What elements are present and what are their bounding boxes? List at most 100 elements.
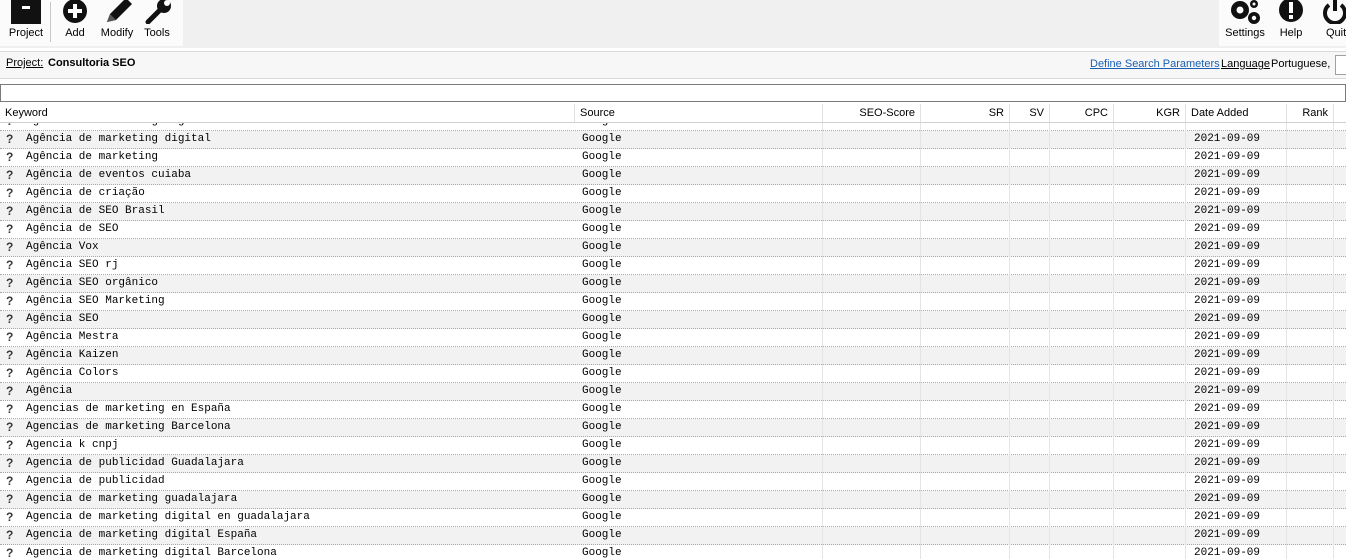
- quit-button[interactable]: Quit: [1319, 0, 1346, 46]
- table-row[interactable]: ? Agencia k cnpj Google 2021-09-09: [0, 437, 1346, 455]
- table-row[interactable]: ? Agência Google 2021-09-09: [0, 383, 1346, 401]
- source-cell: Google: [582, 349, 622, 361]
- keyword-cell: Agência Vox: [26, 241, 99, 253]
- table-row[interactable]: ? Agência Colors Google 2021-09-09: [0, 365, 1346, 383]
- power-icon: [1321, 0, 1346, 27]
- table-row[interactable]: ? Agência de eventos cuiaba Google 2021-09-…: [0, 167, 1346, 185]
- date-added-cell: 2021-09-09: [1194, 313, 1261, 325]
- table-row[interactable]: ? Agência Kaizen Google 2021-09-09: [0, 347, 1346, 365]
- keyword-table: ? Agência de marketing digital Dalata Goog…: [0, 122, 1346, 559]
- source-cell: Google: [582, 421, 622, 433]
- table-row[interactable]: ? Agencias de marketing Barcelona Google 20…: [0, 419, 1346, 437]
- column-header-rank[interactable]: Rank: [1287, 104, 1334, 122]
- column-divider: [920, 122, 921, 559]
- add-button[interactable]: Add: [56, 0, 94, 46]
- date-added-cell: 2021-09-09: [1194, 169, 1261, 181]
- table-row[interactable]: ? Agencia de publicidad Guadalajara Google…: [0, 455, 1346, 473]
- column-header-cpc[interactable]: CPC: [1050, 104, 1114, 122]
- source-cell: Google: [582, 241, 622, 253]
- column-header-kgr[interactable]: KGR: [1114, 104, 1186, 122]
- table-row[interactable]: ? Agência de marketing digital Dalata Goog…: [0, 122, 1346, 131]
- question-mark-icon: ?: [6, 222, 14, 236]
- table-row[interactable]: ? Agencia de marketing guadalajara Google 2…: [0, 491, 1346, 509]
- column-divider: [1286, 122, 1287, 559]
- modify-button-label: Modify: [100, 27, 134, 39]
- question-mark-icon: ?: [6, 122, 20, 130]
- table-row[interactable]: ? Agência de SEO Brasil Google 2021-09-09: [0, 203, 1346, 221]
- table-header: Keyword Source SEO-Score SR SV CPC KGR D…: [0, 104, 1346, 123]
- question-mark-icon: ?: [6, 402, 14, 416]
- keyword-cell: Agencia de publicidad Guadalajara: [26, 457, 244, 469]
- modify-button[interactable]: Modify: [97, 0, 137, 46]
- column-divider: [822, 122, 823, 559]
- keyword-cell: Agencia de marketing digital Barcelona: [26, 547, 277, 559]
- table-row[interactable]: ? Agência SEO Google 2021-09-09: [0, 311, 1346, 329]
- tools-button[interactable]: Tools: [139, 0, 175, 46]
- keyword-cell: Agência de eventos cuiaba: [26, 169, 192, 181]
- table-row[interactable]: ? Agencia de marketing digital en guadala…: [0, 509, 1346, 527]
- keyword-cell: Agência de marketing: [26, 151, 159, 163]
- question-mark-icon: ?: [6, 348, 14, 362]
- keyword-filter-input[interactable]: [0, 84, 1346, 102]
- language-label[interactable]: Language: [1221, 58, 1270, 70]
- column-header-sr[interactable]: SR: [921, 104, 1010, 122]
- keyword-cell: Agencia de marketing guadalajara: [26, 493, 238, 505]
- keyword-cell: Agência Colors: [26, 367, 119, 379]
- project-button[interactable]: Project: [2, 0, 50, 46]
- column-header-keyword[interactable]: Keyword: [0, 104, 575, 122]
- table-row[interactable]: ? Agência Vox Google 2021-09-09: [0, 239, 1346, 257]
- language-dropdown[interactable]: [1335, 55, 1346, 75]
- exclamation-icon: [1277, 0, 1305, 27]
- column-header-sv[interactable]: SV: [1010, 104, 1050, 122]
- table-row[interactable]: ? Agencias de marketing en España Google 20…: [0, 401, 1346, 419]
- table-row[interactable]: ? Agência Mestra Google 2021-09-09: [0, 329, 1346, 347]
- table-row[interactable]: ? Agencia de publicidad Google 2021-09-09: [0, 473, 1346, 491]
- language-value: Portuguese,: [1271, 58, 1331, 70]
- date-added-cell: 2021-09-09: [1194, 367, 1261, 379]
- column-header-date-added[interactable]: Date Added: [1186, 104, 1287, 122]
- toolbar-left-group: Project Add Modify Tools: [0, 0, 183, 46]
- table-row[interactable]: ? Agência de SEO Google 2021-09-09: [0, 221, 1346, 239]
- date-added-cell: 2021-09-09: [1194, 421, 1261, 433]
- question-mark-icon: ?: [6, 258, 14, 272]
- column-divider: [1113, 122, 1114, 559]
- table-row[interactable]: ? Agência SEO rj Google 2021-09-09: [0, 257, 1346, 275]
- date-added-cell: 2021-09-09: [1194, 475, 1261, 487]
- date-added-cell: 2021-09-09: [1194, 223, 1261, 235]
- settings-button[interactable]: Settings: [1223, 0, 1267, 46]
- question-mark-icon: ?: [6, 438, 14, 452]
- source-cell: Google: [582, 259, 622, 271]
- table-row[interactable]: ? Agencia de marketing digital España Goog…: [0, 527, 1346, 545]
- table-row[interactable]: ? Agência SEO Marketing Google 2021-09-09: [0, 293, 1346, 311]
- keyword-cell: Agência Mestra: [26, 331, 119, 343]
- date-added-cell: 2021-09-09: [1194, 385, 1261, 397]
- column-divider: [1009, 122, 1010, 559]
- keyword-cell: Agência de SEO Brasil: [26, 205, 165, 217]
- table-row[interactable]: ? Agência de marketing Google 2021-09-09: [0, 149, 1346, 167]
- keyword-cell: Agencia de marketing digital en guadalaj…: [26, 511, 310, 523]
- table-row[interactable]: ? Agencia de marketing digital Barcelona G…: [0, 545, 1346, 559]
- keyword-cell: Agência de marketing digital Dalata: [26, 122, 257, 130]
- project-name: Consultoria SEO: [48, 57, 136, 69]
- wrench-icon: [142, 0, 172, 27]
- keyword-cell: Agência SEO orgânico: [26, 277, 159, 289]
- table-row[interactable]: ? Agência de criação Google 2021-09-09: [0, 185, 1346, 203]
- source-cell: Google: [582, 511, 622, 523]
- keyword-cell: Agência Kaizen: [26, 349, 119, 361]
- keyword-cell: Agência de marketing digital: [26, 133, 211, 145]
- source-cell: Google: [582, 169, 622, 181]
- settings-button-label: Settings: [1225, 27, 1265, 39]
- keyword-cell: Agência SEO rj: [26, 259, 119, 271]
- column-header-source[interactable]: Source: [575, 104, 823, 122]
- table-row[interactable]: ? Agência SEO orgânico Google 2021-09-09: [0, 275, 1346, 293]
- help-button[interactable]: Help: [1271, 0, 1311, 46]
- date-added-cell: 2021-09-09: [1194, 439, 1261, 451]
- column-header-seo-score[interactable]: SEO-Score: [823, 104, 921, 122]
- define-search-parameters-link[interactable]: Define Search Parameters: [1090, 58, 1220, 70]
- box-icon: [11, 0, 41, 27]
- table-row[interactable]: ? Agência de marketing digital Google 2021-…: [0, 131, 1346, 149]
- question-mark-icon: ?: [6, 510, 14, 524]
- keyword-cell: Agencias de marketing Barcelona: [26, 421, 231, 433]
- date-added-cell: 2021-09-09: [1194, 122, 1260, 130]
- date-added-cell: 2021-09-09: [1194, 547, 1261, 559]
